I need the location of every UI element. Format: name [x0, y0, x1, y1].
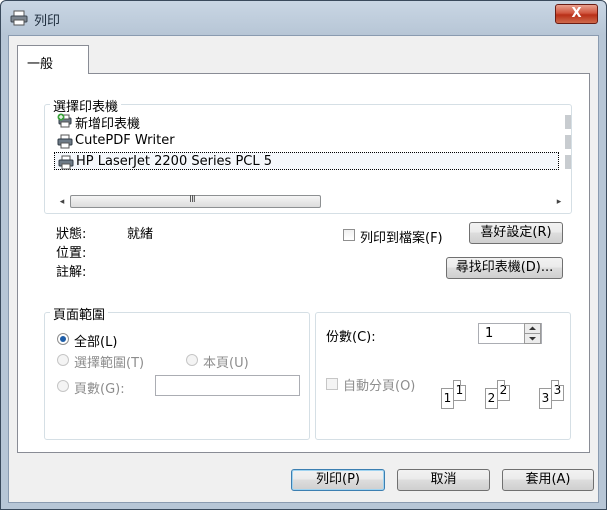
collate-page: 2 — [497, 380, 510, 401]
apply-button[interactable]: 套用(A) — [502, 469, 594, 491]
printer-icon — [58, 155, 74, 170]
page-range-label: 頁面範圍 — [50, 304, 109, 323]
close-icon: X — [571, 6, 582, 21]
copies-spinner[interactable] — [524, 323, 541, 344]
list-column-edge — [565, 115, 571, 129]
cancel-button-label: 取消 — [430, 472, 457, 487]
tab-general[interactable]: 一般 — [17, 45, 89, 74]
collate-page: 2 — [485, 388, 498, 409]
location-label: 位置: — [56, 246, 87, 261]
printer-item-cutepdf[interactable]: CutePDF Writer — [54, 132, 559, 150]
print-button-label: 列印(P) — [316, 472, 360, 487]
all-pages-label[interactable]: 全部(L) — [74, 331, 117, 350]
collate-label[interactable]: 自動分頁(O) — [343, 375, 415, 394]
copies-input[interactable]: 1 — [478, 323, 542, 344]
all-pages-radio[interactable] — [57, 333, 69, 345]
scroll-grip-icon: III — [189, 194, 196, 205]
printer-list-hscrollbar[interactable]: ◂ III ▸ — [56, 194, 566, 209]
printer-list[interactable]: 新增印表機 CutePDF Writer HP LaserJet 2200 Se… — [54, 112, 571, 204]
collate-page: 1 — [453, 380, 466, 401]
printer-item-add[interactable]: 新增印表機 — [54, 112, 559, 132]
window-title: 列印 — [34, 14, 61, 29]
printer-name: 新增印表機 — [75, 117, 141, 132]
add-printer-icon — [57, 113, 72, 128]
copies-input-value: 1 — [485, 326, 494, 341]
print-to-file-label[interactable]: 列印到檔案(F) — [360, 227, 443, 246]
printer-icon — [57, 134, 73, 149]
collate-checkbox[interactable] — [326, 378, 338, 390]
comment-label: 註解: — [56, 265, 87, 280]
printer-name: HP LaserJet 2200 Series PCL 5 — [76, 154, 273, 169]
scroll-right-icon[interactable]: ▸ — [553, 196, 565, 208]
pages-label[interactable]: 頁數(G): — [74, 378, 125, 397]
collate-page: 3 — [539, 388, 552, 409]
collate-illustration: 1 1 2 2 3 3 — [441, 380, 571, 416]
current-page-radio[interactable] — [186, 354, 198, 366]
collate-page: 3 — [551, 380, 564, 401]
status-label: 狀態: — [56, 227, 87, 242]
scroll-thumb[interactable]: III — [70, 194, 321, 208]
list-column-edge — [565, 135, 571, 149]
preferences-button[interactable]: 喜好設定(R) — [469, 222, 563, 244]
scroll-left-icon[interactable]: ◂ — [56, 196, 68, 208]
printer-icon — [10, 10, 28, 26]
tab-general-label: 一般 — [27, 57, 54, 72]
cancel-button[interactable]: 取消 — [397, 469, 490, 491]
selection-radio[interactable] — [57, 354, 69, 366]
find-printer-button-label: 尋找印表機(D)... — [455, 260, 554, 275]
printer-item-hp-laserjet[interactable]: HP LaserJet 2200 Series PCL 5 — [54, 152, 559, 170]
pages-input[interactable] — [155, 375, 300, 396]
current-page-label[interactable]: 本頁(U) — [203, 352, 249, 371]
copies-label: 份數(C): — [326, 330, 376, 345]
selection-label[interactable]: 選擇範圍(T) — [74, 352, 144, 371]
print-to-file-checkbox[interactable] — [343, 229, 355, 241]
preferences-button-label: 喜好設定(R) — [480, 225, 552, 240]
find-printer-button[interactable]: 尋找印表機(D)... — [446, 257, 563, 279]
close-button[interactable]: X — [555, 4, 598, 24]
collate-page: 1 — [441, 388, 454, 409]
status-value: 就緒 — [127, 227, 154, 242]
apply-button-label: 套用(A) — [525, 472, 571, 487]
printer-name: CutePDF Writer — [75, 133, 175, 148]
list-column-edge — [565, 155, 571, 169]
print-button[interactable]: 列印(P) — [291, 469, 385, 491]
pages-radio[interactable] — [57, 380, 69, 392]
title-bar[interactable]: 列印 X — [1, 1, 606, 35]
